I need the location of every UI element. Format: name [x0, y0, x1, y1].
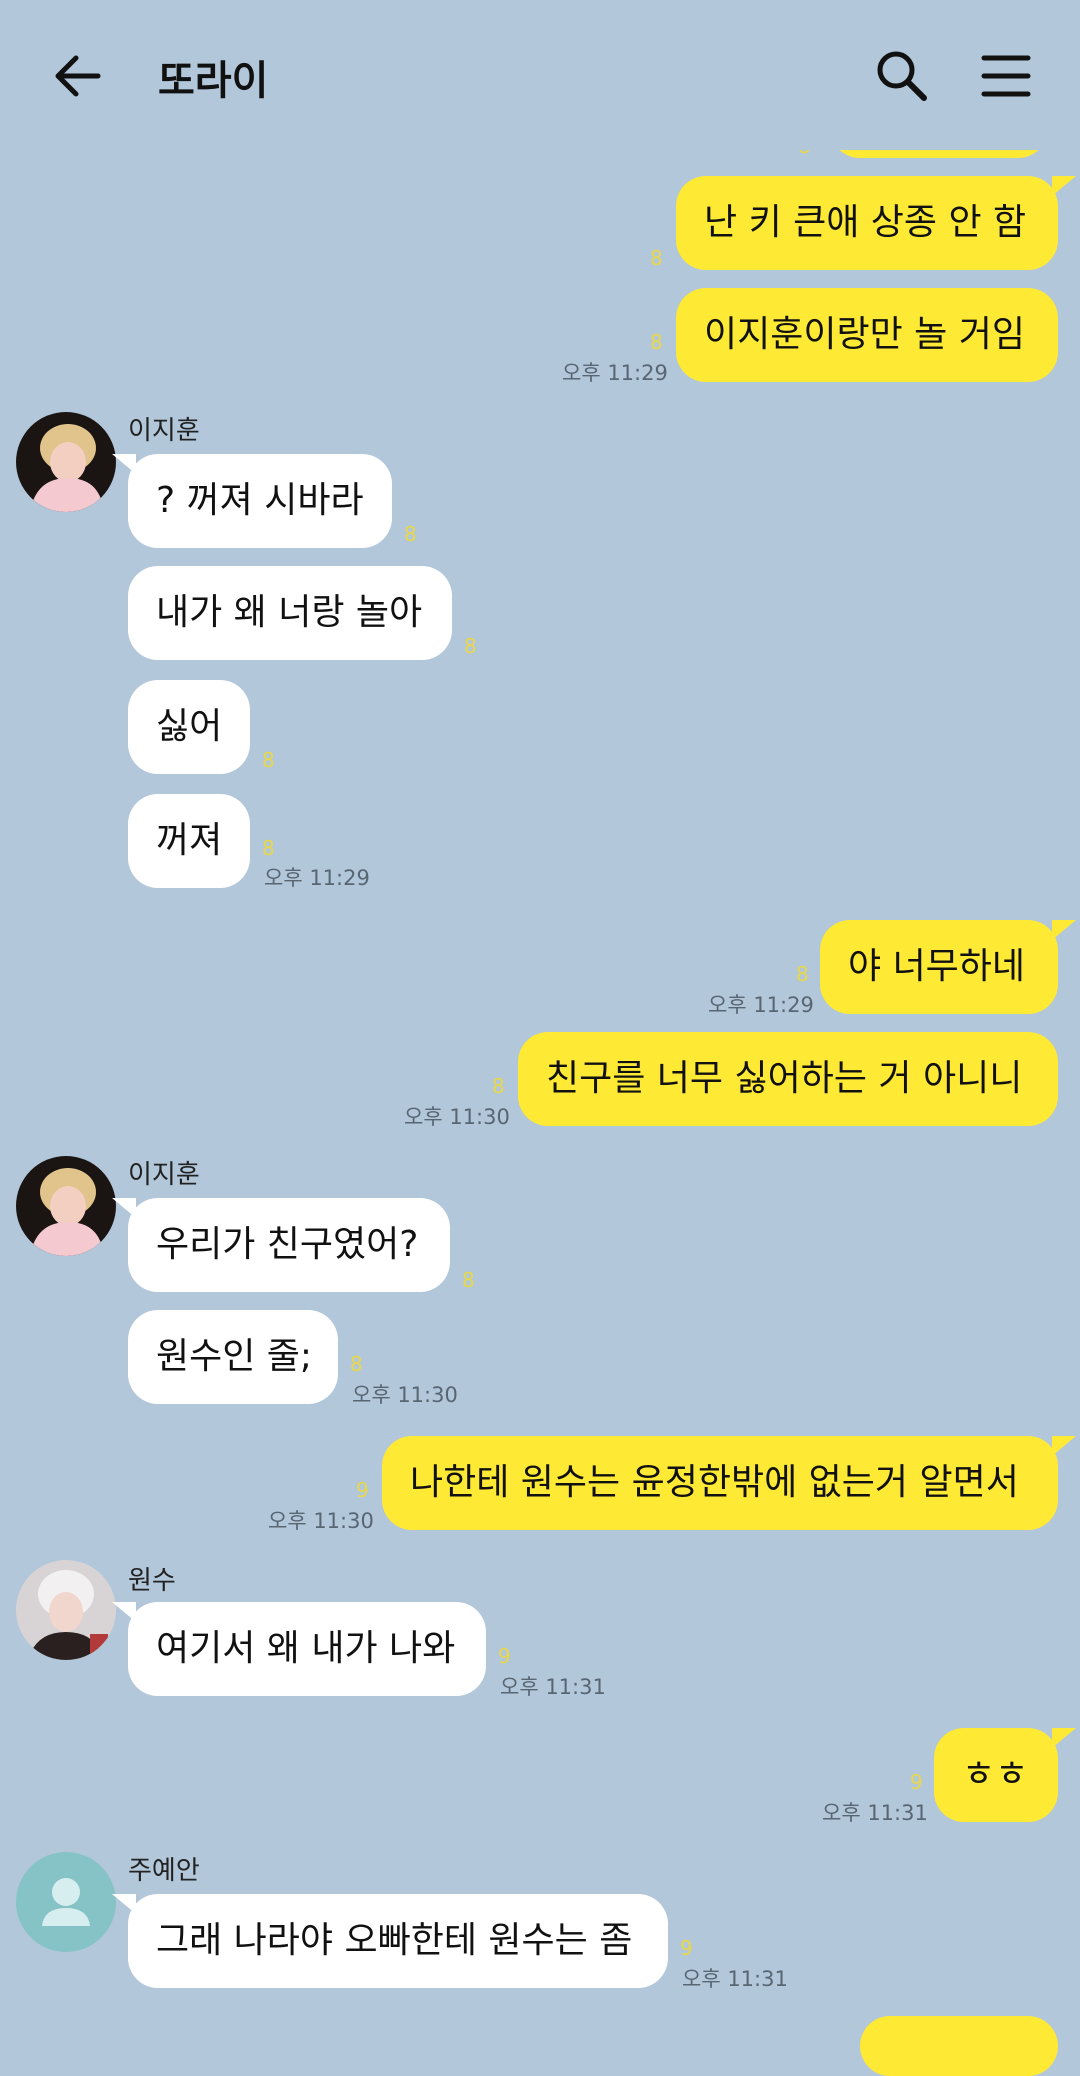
message-text: 꺼져 [156, 820, 223, 861]
their-message-bubble[interactable]: 내가 왜 너랑 놀아 [128, 566, 452, 660]
bubble-tail [112, 454, 136, 474]
their-message-bubble[interactable]: 원수인 줄; [128, 1310, 338, 1404]
message-text: 나한테 원수는 윤정한밖에 없는거 알면서 [410, 1462, 1019, 1503]
message-text: 그래 나라야 오빠한테 원수는 좀 [156, 1920, 633, 1961]
search-button[interactable] [872, 46, 932, 106]
unread-count: 8 [462, 1268, 475, 1292]
my-message-bubble[interactable] [860, 2016, 1058, 2076]
arrow-left-icon [55, 55, 101, 97]
message-text: ? 꺼져 시바라 [156, 480, 364, 521]
unread-count: 8 [492, 1074, 505, 1098]
message-timestamp: 오후 11:29 [708, 993, 814, 1017]
their-message-bubble[interactable]: 여기서 왜 내가 나와 [128, 1602, 486, 1696]
their-message-bubble[interactable]: 우리가 친구였어? [128, 1198, 450, 1292]
back-button[interactable] [48, 46, 108, 106]
sender-name: 이지훈 [128, 1160, 200, 1190]
chat-header: 또라이 [0, 0, 1080, 150]
message-text: 이지훈이랑만 놀 거임 [704, 314, 1025, 355]
message-timestamp: 오후 11:30 [268, 1509, 374, 1533]
my-message-bubble[interactable]: 나한테 원수는 윤정한밖에 없는거 알면서 [382, 1436, 1058, 1530]
unread-count: 8 [650, 330, 663, 354]
bubble-tail [1052, 920, 1076, 940]
search-icon [877, 51, 927, 101]
unread-count: 9 [356, 1478, 369, 1502]
message-text: 우리가 친구였어? [156, 1224, 419, 1265]
my-message-bubble[interactable]: 야 너무하네 [820, 920, 1058, 1014]
bubble-tail [1052, 176, 1076, 196]
message-timestamp: 오후 11:31 [500, 1675, 606, 1699]
unread-count: 8 [262, 836, 275, 860]
sender-name: 주예안 [128, 1856, 200, 1886]
message-text: 원수인 줄; [156, 1336, 313, 1377]
message-timestamp: 오후 11:30 [404, 1105, 510, 1129]
bubble-tail [112, 1198, 136, 1218]
message-text: ㅎㅎ [962, 1754, 1029, 1795]
message-text: 여기서 왜 내가 나와 [156, 1628, 456, 1669]
bubble-tail [112, 1602, 136, 1622]
bubble-tail [1052, 1436, 1076, 1456]
their-message-bubble[interactable]: 그래 나라야 오빠한테 원수는 좀 [128, 1894, 668, 1988]
sender-name: 원수 [128, 1566, 176, 1596]
my-message-bubble[interactable]: 친구를 너무 싫어하는 거 아니니 [518, 1032, 1058, 1126]
message-timestamp: 오후 11:30 [352, 1383, 458, 1407]
message-text: 싫어 [156, 706, 223, 747]
message-text: 난 키 큰애 상종 안 함 [704, 202, 1027, 243]
message-timestamp: 오후 11:31 [822, 1801, 928, 1825]
unread-count: 8 [404, 522, 417, 546]
unread-count: 9 [910, 1770, 923, 1794]
message-timestamp: 오후 11:29 [562, 361, 668, 385]
message-text: 야 너무하네 [848, 946, 1026, 987]
message-text: 친구를 너무 싫어하는 거 아니니 [546, 1058, 1023, 1099]
my-message-bubble[interactable]: 이지훈이랑만 놀 거임 [676, 288, 1058, 382]
unread-count: 9 [498, 1644, 511, 1668]
my-message-bubble[interactable]: 난 키 큰애 상종 안 함 [676, 176, 1058, 270]
unread-count: 8 [796, 962, 809, 986]
menu-icon [981, 55, 1031, 97]
avatar-lee-jihoon[interactable] [16, 412, 116, 512]
unread-count: 8 [650, 246, 663, 270]
message-timestamp: 오후 11:31 [682, 1967, 788, 1991]
their-message-bubble[interactable]: 꺼져 [128, 794, 250, 888]
avatar-lee-jihoon[interactable] [16, 1156, 116, 1256]
avatar-wonsu[interactable] [16, 1560, 116, 1660]
their-message-bubble[interactable]: 싫어 [128, 680, 250, 774]
bubble-tail [1052, 1728, 1076, 1748]
their-message-bubble[interactable]: ? 꺼져 시바라 [128, 454, 392, 548]
message-list[interactable]: 8 난 키 큰애 상종 안 함 8 이지훈이랑만 놀 거임 8 오후 11:29… [0, 0, 1080, 2076]
my-message-bubble[interactable]: ㅎㅎ [934, 1728, 1058, 1822]
sender-name: 이지훈 [128, 416, 200, 446]
menu-button[interactable] [976, 46, 1036, 106]
unread-count: 8 [464, 634, 477, 658]
avatar-default[interactable] [16, 1852, 116, 1952]
unread-count: 8 [350, 1352, 363, 1376]
bubble-tail [112, 1894, 136, 1914]
unread-count: 9 [680, 1936, 693, 1960]
unread-count: 8 [262, 748, 275, 772]
message-timestamp: 오후 11:29 [264, 866, 370, 890]
message-text: 내가 왜 너랑 놀아 [156, 592, 423, 633]
chat-title: 또라이 [158, 58, 269, 104]
